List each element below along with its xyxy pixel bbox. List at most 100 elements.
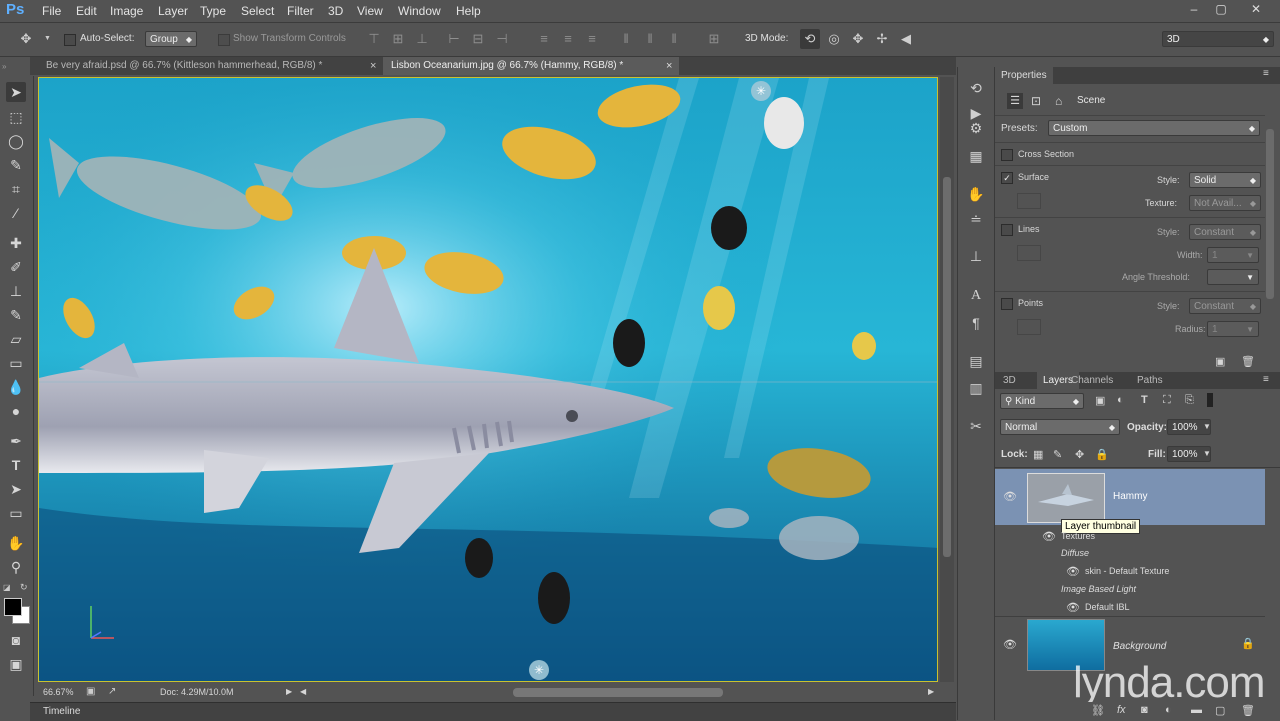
lock-all-icon[interactable]: 🔒 <box>1095 448 1109 461</box>
export-icon[interactable]: ↗ <box>108 686 116 697</box>
tab-paths[interactable]: Paths <box>1131 372 1169 389</box>
panel-collapse-icon[interactable]: » <box>2 62 6 71</box>
points-radius-field[interactable]: 1 ▼ <box>1207 321 1259 337</box>
tab-close-icon[interactable]: × <box>370 60 376 72</box>
default-ibl-label[interactable]: Default IBL <box>1085 602 1130 612</box>
align-hcenter-icon[interactable]: ⊟ <box>470 31 486 47</box>
tab-close-icon[interactable]: × <box>666 60 672 72</box>
dodge-tool-icon[interactable]: ● <box>6 401 26 421</box>
filter-toggle[interactable] <box>1207 393 1213 407</box>
navigator-icon[interactable]: ⊥ <box>967 247 985 265</box>
zoom-level[interactable]: 66.67% <box>43 687 74 697</box>
scroll-left-icon[interactable]: ◀ <box>300 687 306 696</box>
hand-tool-icon[interactable]: ✋ <box>6 533 26 553</box>
info-panel-icon[interactable]: ▥ <box>967 379 985 397</box>
points-style-dropdown[interactable]: Constant ◆ <box>1189 298 1261 314</box>
menu-view[interactable]: View <box>357 4 383 18</box>
quick-mask-icon[interactable]: ◙ <box>6 630 26 650</box>
horizontal-scroll-thumb[interactable] <box>513 688 723 697</box>
proof-icon[interactable]: ▣ <box>86 686 95 697</box>
delete-icon[interactable]: 🗑 <box>1241 355 1255 368</box>
surface-style-dropdown[interactable]: Solid ◆ <box>1189 172 1261 188</box>
scroll-right-icon[interactable]: ▶ <box>928 687 934 696</box>
layer-style-icon[interactable]: fx <box>1117 704 1126 716</box>
points-checkbox[interactable] <box>1001 298 1013 310</box>
texture-dropdown[interactable]: Not Avail... ◆ <box>1189 195 1261 211</box>
opacity-arrow-icon[interactable]: ▼ <box>1203 422 1211 431</box>
visibility-eye-icon[interactable]: 👁 <box>1003 640 1017 651</box>
link-layers-icon[interactable]: ⛓ <box>1091 704 1105 717</box>
tab-be-very-afraid[interactable]: Be very afraid.psd @ 66.7% (Kittleson ha… <box>38 57 382 75</box>
align-right-icon[interactable]: ⊣ <box>494 31 510 47</box>
distribute-left-icon[interactable]: ‖ <box>618 31 634 47</box>
menu-layer[interactable]: Layer <box>158 4 188 18</box>
distribute-right-icon[interactable]: ‖ <box>666 31 682 47</box>
gradient-tool-icon[interactable]: ▭ <box>6 353 26 373</box>
auto-select-dropdown[interactable]: Group ◆ <box>145 31 197 47</box>
add-mask-icon[interactable]: ◙ <box>1141 704 1148 716</box>
lines-color-swatch[interactable] <box>1017 245 1041 261</box>
distribute-bottom-icon[interactable]: ≡ <box>584 31 600 47</box>
menu-image[interactable]: Image <box>110 4 143 18</box>
healing-brush-icon[interactable]: ✚ <box>6 233 26 253</box>
status-menu-arrow-icon[interactable]: ▶ <box>286 687 292 696</box>
lines-style-dropdown[interactable]: Constant ◆ <box>1189 224 1261 240</box>
rectangle-tool-icon[interactable]: ▭ <box>6 503 26 523</box>
brush-tool-icon[interactable]: ✐ <box>6 257 26 277</box>
distribute-top-icon[interactable]: ≡ <box>536 31 552 47</box>
eraser-tool-icon[interactable]: ▱ <box>6 329 26 349</box>
fill-arrow-icon[interactable]: ▼ <box>1203 449 1211 458</box>
lock-position-icon[interactable]: ✥ <box>1075 448 1084 461</box>
filter-shape-icon[interactable]: ⛶ <box>1163 394 1171 407</box>
align-top-icon[interactable]: ⊤ <box>366 31 382 47</box>
menu-type[interactable]: Type <box>200 4 226 18</box>
lines-width-field[interactable]: 1 ▼ <box>1207 247 1259 263</box>
preset-arrow-icon[interactable]: ▼ <box>44 35 51 42</box>
workspace-dropdown[interactable]: 3D ◆ <box>1162 31 1274 47</box>
type-tool-icon[interactable]: T <box>6 455 26 475</box>
layer-name[interactable]: Hammy <box>1113 491 1147 502</box>
swap-colors-icon[interactable]: ↻ <box>20 582 28 593</box>
auto-align-icon[interactable]: ⊞ <box>706 31 722 47</box>
blend-mode-dropdown[interactable]: Normal ◆ <box>1000 419 1120 435</box>
move-tool-icon[interactable]: ➤ <box>6 82 26 102</box>
delete-layer-icon[interactable]: 🗑 <box>1241 704 1255 717</box>
drag-3d-icon[interactable]: ✥ <box>850 31 866 47</box>
layer-thumbnail[interactable] <box>1027 473 1105 523</box>
tab-channels[interactable]: Channels <box>1065 372 1119 389</box>
tab-properties[interactable]: Properties <box>995 67 1053 84</box>
close-window-button[interactable]: ✕ <box>1245 2 1267 18</box>
restore-button[interactable]: ▢ <box>1210 2 1232 18</box>
camera-icon[interactable]: ⌂ <box>1055 94 1062 108</box>
presets-dropdown[interactable]: Custom ◆ <box>1048 120 1260 136</box>
history-panel-icon[interactable]: ⟲ <box>967 79 985 97</box>
new-group-icon[interactable]: ▬ <box>1191 704 1202 716</box>
menu-help[interactable]: Help <box>456 4 481 18</box>
panel-menu-icon[interactable]: ≡ <box>1263 374 1269 385</box>
quick-select-tool-icon[interactable]: ✎ <box>6 155 26 175</box>
menu-window[interactable]: Window <box>398 4 441 18</box>
filter-pixel-icon[interactable]: ▣ <box>1095 394 1105 407</box>
move-tool-preset-icon[interactable]: ✥ <box>18 31 34 47</box>
pen-tool-icon[interactable]: ✒ <box>6 431 26 451</box>
default-ibl-eye-icon[interactable]: 👁 <box>1066 603 1080 614</box>
surface-checkbox[interactable]: ✓ <box>1001 172 1013 184</box>
lines-checkbox[interactable] <box>1001 224 1013 236</box>
orbit-3d-icon[interactable]: ⟲ <box>800 29 820 49</box>
timeline-panel-tab[interactable]: Timeline <box>30 702 956 721</box>
scene-icon[interactable]: ☰ <box>1007 93 1023 109</box>
crop-tool-icon[interactable]: ⌗ <box>6 179 26 199</box>
tools-options-icon[interactable]: ✂ <box>967 417 985 435</box>
new-adjustment-icon[interactable]: ◐ <box>1165 704 1172 716</box>
filter-adjustment-icon[interactable]: ◐ <box>1117 394 1124 406</box>
canvas-vertical-scrollbar[interactable] <box>940 77 954 682</box>
new-layer-icon[interactable]: ▢ <box>1215 704 1225 717</box>
lasso-tool-icon[interactable]: ◯ <box>6 131 26 151</box>
show-transform-checkbox[interactable] <box>218 34 230 46</box>
scroll-thumb[interactable] <box>943 177 951 557</box>
filter-smart-object-icon[interactable]: ⎘ <box>1185 394 1194 407</box>
lock-transparent-icon[interactable]: ▦ <box>1033 448 1043 461</box>
layer-row-hammy[interactable]: 👁 Hammy <box>995 469 1265 525</box>
mesh-icon[interactable]: ⊡ <box>1031 94 1041 108</box>
notes-panel-icon[interactable]: ▤ <box>967 352 985 370</box>
